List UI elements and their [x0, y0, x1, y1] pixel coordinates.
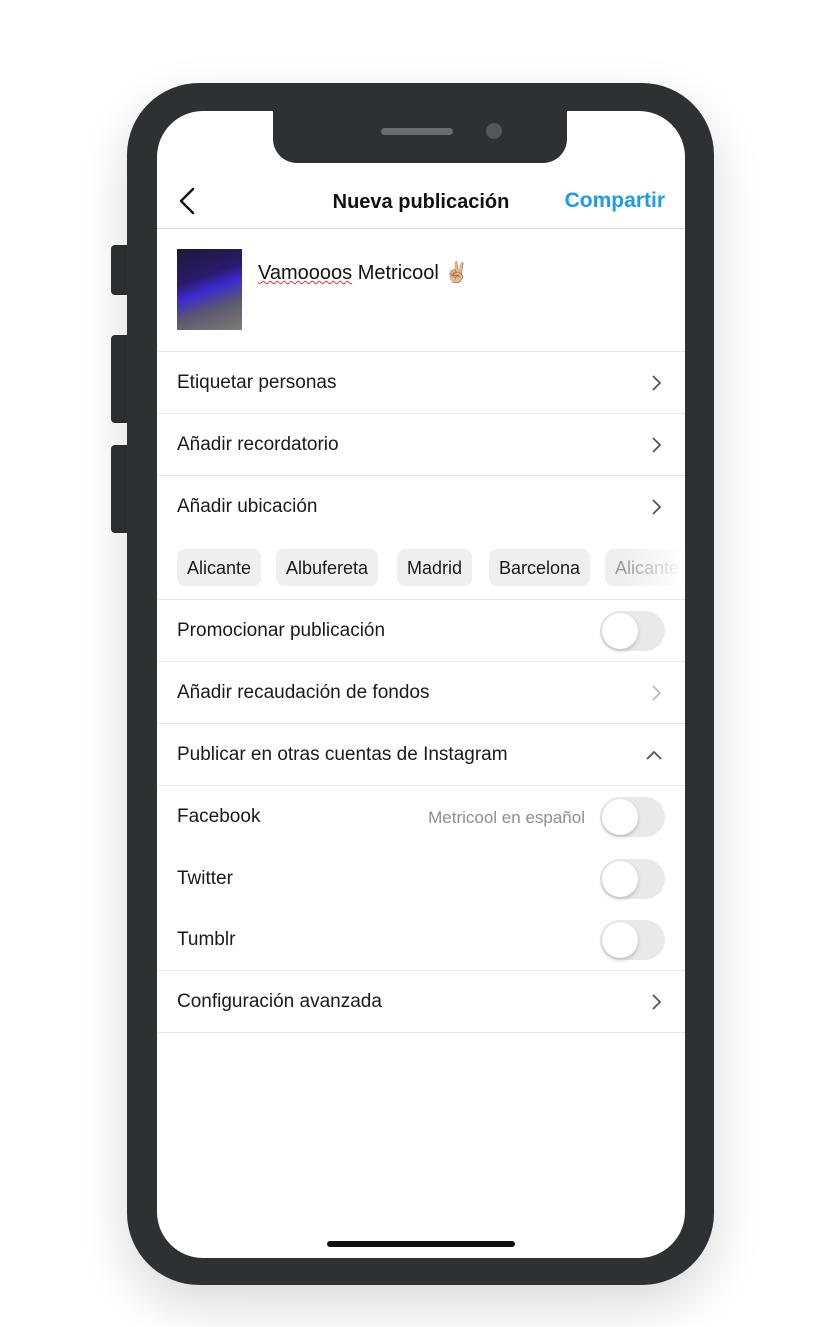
- scroll-fade: [625, 538, 685, 599]
- location-chip[interactable]: Albufereta: [276, 549, 379, 586]
- location-suggestions: Alicante Albufereta Madrid Barcelona Ali…: [157, 538, 685, 600]
- post-thumbnail: [177, 249, 242, 330]
- victory-hand-emoji: ✌🏼: [444, 262, 470, 284]
- add-location-row[interactable]: Añadir ubicación: [157, 476, 685, 538]
- facebook-toggle[interactable]: [600, 797, 665, 837]
- chevron-right-icon: [652, 685, 662, 701]
- misspelled-word: Vamoooos: [258, 262, 353, 284]
- chevron-right-icon: [652, 499, 662, 515]
- caption-area: Vamoooos Metricool ✌🏼: [157, 229, 685, 352]
- caption-text: Metricool: [352, 262, 439, 284]
- row-label: Twitter: [177, 868, 233, 889]
- row-label: Promocionar publicación: [177, 620, 386, 641]
- fundraiser-row[interactable]: Añadir recaudación de fondos: [157, 662, 685, 724]
- location-chip[interactable]: Alicante: [177, 549, 262, 586]
- row-label: Configuración avanzada: [177, 991, 382, 1012]
- row-label: Añadir ubicación: [177, 496, 318, 517]
- promote-toggle[interactable]: [600, 611, 665, 651]
- location-chip[interactable]: Barcelona: [489, 549, 591, 586]
- tag-people-row[interactable]: Etiquetar personas: [157, 352, 685, 414]
- notch: [273, 111, 567, 163]
- camera: [486, 123, 502, 139]
- location-chip[interactable]: Madrid: [397, 549, 473, 586]
- advanced-settings-row[interactable]: Configuración avanzada: [157, 971, 685, 1033]
- add-reminder-row[interactable]: Añadir recordatorio: [157, 414, 685, 476]
- caption-input[interactable]: Vamoooos Metricool ✌🏼: [258, 260, 469, 285]
- row-label: Publicar en otras cuentas de Instagram: [177, 744, 508, 765]
- header: Nueva publicación Compartir: [157, 180, 685, 229]
- chevron-up-icon: [646, 750, 662, 760]
- speaker: [381, 128, 453, 135]
- twitter-row: Twitter: [157, 848, 685, 910]
- screen: Nueva publicación Compartir Vamoooos Met…: [157, 111, 685, 1258]
- share-button[interactable]: Compartir: [565, 189, 665, 213]
- promote-row: Promocionar publicación: [157, 600, 685, 662]
- facebook-account-name: Metricool en español: [428, 808, 585, 827]
- other-accounts-row[interactable]: Publicar en otras cuentas de Instagram: [157, 724, 685, 786]
- chevron-right-icon: [652, 994, 662, 1010]
- row-label: Tumblr: [177, 929, 236, 950]
- facebook-row: Facebook Metricool en español: [157, 786, 685, 848]
- row-label: Etiquetar personas: [177, 372, 337, 393]
- home-indicator[interactable]: [327, 1241, 515, 1247]
- tumblr-toggle[interactable]: [600, 920, 665, 960]
- row-label: Añadir recordatorio: [177, 434, 339, 455]
- row-label: Facebook: [177, 806, 261, 827]
- chevron-right-icon: [652, 375, 662, 391]
- twitter-toggle[interactable]: [600, 859, 665, 899]
- tumblr-row: Tumblr: [157, 909, 685, 971]
- chevron-right-icon: [652, 437, 662, 453]
- row-label: Añadir recaudación de fondos: [177, 682, 430, 703]
